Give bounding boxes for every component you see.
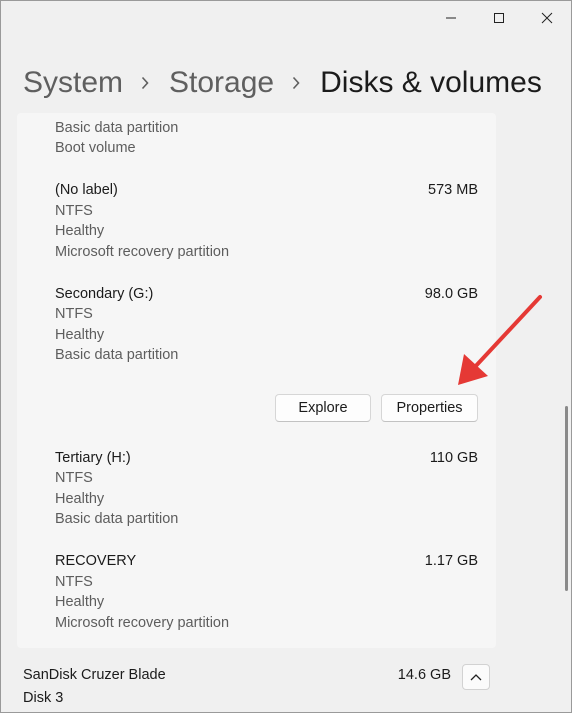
chevron-up-icon bbox=[470, 674, 482, 681]
volume-size: 98.0 GB bbox=[424, 286, 478, 302]
volume-health: Healthy bbox=[55, 491, 105, 507]
volume-name: (No label) bbox=[55, 182, 118, 198]
chevron-right-icon bbox=[292, 76, 300, 90]
explore-button[interactable]: Explore bbox=[275, 394, 371, 422]
volume-health: Healthy bbox=[55, 594, 105, 610]
volume-size: 110 GB bbox=[429, 450, 478, 466]
drive-name: SanDisk Cruzer Blade bbox=[23, 667, 166, 683]
volume-filesystem: NTFS bbox=[55, 470, 93, 486]
page-title: Disks & volumes bbox=[320, 66, 542, 99]
close-button[interactable] bbox=[523, 1, 571, 35]
volume-filesystem: NTFS bbox=[55, 203, 93, 219]
window-controls bbox=[427, 1, 571, 35]
volume-health: Healthy bbox=[55, 223, 105, 239]
volume-health: Healthy bbox=[55, 327, 105, 343]
chevron-right-icon bbox=[141, 76, 149, 90]
volume-filesystem: NTFS bbox=[55, 574, 93, 590]
close-icon bbox=[541, 12, 553, 24]
partial-volume-type: Basic data partition bbox=[55, 120, 179, 136]
volume-name: Tertiary (H:) bbox=[55, 450, 131, 466]
maximize-icon bbox=[494, 13, 504, 23]
volume-name: RECOVERY bbox=[55, 553, 137, 569]
breadcrumb-system[interactable]: System bbox=[23, 68, 123, 98]
volume-size: 1.17 GB bbox=[424, 553, 478, 569]
minimize-button[interactable] bbox=[427, 1, 475, 35]
drive-disk-number: Disk 3 bbox=[23, 690, 64, 706]
volume-type: Basic data partition bbox=[55, 511, 179, 527]
collapse-button[interactable] bbox=[462, 664, 490, 690]
breadcrumb: System Storage Disks & volumes bbox=[23, 61, 542, 105]
volume-filesystem: NTFS bbox=[55, 306, 93, 322]
properties-button[interactable]: Properties bbox=[381, 394, 478, 422]
partial-volume-boot: Boot volume bbox=[55, 140, 136, 156]
volume-name: Secondary (G:) bbox=[55, 286, 154, 302]
volume-type: Microsoft recovery partition bbox=[55, 615, 230, 631]
vertical-scrollbar[interactable] bbox=[565, 406, 568, 591]
minimize-icon bbox=[446, 17, 456, 19]
volume-type: Basic data partition bbox=[55, 347, 179, 363]
volume-size: 573 MB bbox=[428, 182, 478, 198]
drive-size: 14.6 GB bbox=[397, 667, 451, 683]
volume-type: Microsoft recovery partition bbox=[55, 244, 230, 260]
volumes-panel: Basic data partition Boot volume (No lab… bbox=[17, 113, 496, 648]
settings-window: System Storage Disks & volumes Basic dat… bbox=[0, 0, 572, 713]
breadcrumb-storage[interactable]: Storage bbox=[169, 68, 274, 98]
maximize-button[interactable] bbox=[475, 1, 523, 35]
